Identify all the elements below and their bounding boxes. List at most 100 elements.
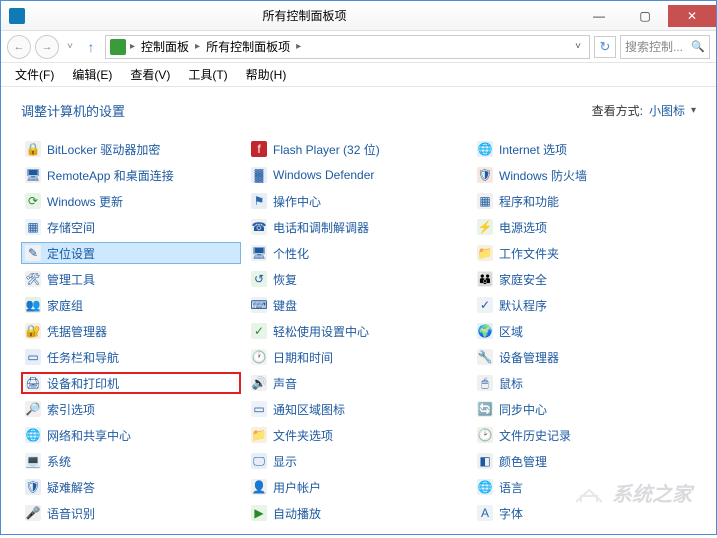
forward-button[interactable]: → — [35, 35, 59, 59]
cp-item-icon: ⚑ — [251, 193, 267, 209]
cp-item-icon: 👤 — [251, 479, 267, 495]
cp-item[interactable]: 🔊声音 — [247, 372, 467, 394]
cp-item-label: Flash Player (32 位) — [273, 141, 380, 158]
cp-item-icon: 🛡 — [25, 479, 41, 495]
cp-item[interactable]: 🕑文件历史记录 — [473, 424, 673, 446]
cp-item[interactable]: 🔒BitLocker 驱动器加密 — [21, 138, 241, 160]
back-button[interactable]: ← — [7, 35, 31, 59]
cp-item-label: 操作中心 — [273, 193, 321, 210]
menu-view[interactable]: 查看(V) — [122, 64, 178, 85]
cp-item-label: 索引选项 — [47, 401, 95, 418]
cp-item-label: 电话和调制解调器 — [273, 219, 369, 236]
cp-item[interactable]: 🕐日期和时间 — [247, 346, 467, 368]
cp-item[interactable]: 💻系统 — [21, 450, 241, 472]
viewby-arrow[interactable]: ▾ — [691, 105, 696, 116]
cp-item[interactable]: ▦程序和功能 — [473, 190, 673, 212]
cp-item[interactable]: ⚡电源选项 — [473, 216, 673, 238]
search-placeholder: 搜索控制... — [625, 38, 683, 55]
cp-item-icon: ✓ — [477, 297, 493, 313]
menu-file[interactable]: 文件(F) — [7, 64, 62, 85]
viewby-value[interactable]: 小图标 — [649, 102, 685, 119]
cp-item[interactable]: ✎定位设置 — [21, 242, 241, 264]
cp-item[interactable]: 🌍区域 — [473, 320, 673, 342]
up-button[interactable]: ↑ — [81, 37, 101, 57]
cp-item-icon: 🔊 — [251, 375, 267, 391]
cp-item[interactable]: 🔄同步中心 — [473, 398, 673, 420]
breadcrumb-current[interactable]: 所有控制面板项 — [204, 38, 292, 55]
cp-item[interactable]: 🖱鼠标 — [473, 372, 673, 394]
cp-item[interactable]: 🌐语言 — [473, 476, 673, 498]
cp-item[interactable]: 🖥RemoteApp 和桌面连接 — [21, 164, 241, 186]
cp-item-label: 家庭组 — [47, 297, 83, 314]
cp-item[interactable]: ⟳Windows 更新 — [21, 190, 241, 212]
history-dropdown[interactable]: ˅ — [63, 41, 77, 52]
search-input[interactable]: 搜索控制... 🔍 — [620, 35, 710, 59]
cp-item[interactable]: 👤用户帐户 — [247, 476, 467, 498]
menu-tools[interactable]: 工具(T) — [180, 64, 235, 85]
search-icon: 🔍 — [691, 40, 705, 53]
cp-item-label: 管理工具 — [47, 271, 95, 288]
cp-item[interactable]: 🖥 个性化 — [247, 242, 467, 264]
cp-item-icon: A — [477, 505, 493, 521]
cp-item[interactable]: 🌐Internet 选项 — [473, 138, 673, 160]
cp-item[interactable]: 🔐凭据管理器 — [21, 320, 241, 342]
cp-item[interactable]: ▦存储空间 — [21, 216, 241, 238]
cp-item[interactable]: 👪家庭安全 — [473, 268, 673, 290]
cp-item-icon: ▦ — [477, 193, 493, 209]
cp-item[interactable]: ⌨键盘 — [247, 294, 467, 316]
menu-edit[interactable]: 编辑(E) — [64, 64, 120, 85]
cp-item[interactable]: ▶自动播放 — [247, 502, 467, 524]
cp-item[interactable]: 📁文件夹选项 — [247, 424, 467, 446]
cp-item-label: 键盘 — [273, 297, 297, 314]
cp-item[interactable]: 🎤语音识别 — [21, 502, 241, 524]
cp-item[interactable]: ◧颜色管理 — [473, 450, 673, 472]
cp-item[interactable]: ✓默认程序 — [473, 294, 673, 316]
cp-item[interactable]: 🌐网络和共享中心 — [21, 424, 241, 446]
cp-item-label: 网络和共享中心 — [47, 427, 131, 444]
content-header: 调整计算机的设置 查看方式: 小图标 ▾ — [21, 101, 696, 120]
viewby-label: 查看方式: — [592, 102, 643, 119]
cp-item[interactable]: ▭任务栏和导航 — [21, 346, 241, 368]
cp-item[interactable]: ☎电话和调制解调器 — [247, 216, 467, 238]
cp-item-icon: 📁 — [477, 245, 493, 261]
cp-item[interactable]: ▓Windows Defender — [247, 164, 467, 186]
cp-item-label: Windows 更新 — [47, 193, 123, 210]
cp-item-icon: 🕑 — [477, 427, 493, 443]
address-dropdown[interactable]: ˅ — [571, 41, 585, 52]
cp-item[interactable]: ⚑ 操作中心 — [247, 190, 467, 212]
cp-item[interactable]: 🛡Windows 防火墙 — [473, 164, 673, 186]
cp-item[interactable]: 🖵显示 — [247, 450, 467, 472]
cp-item-label: Internet 选项 — [499, 141, 567, 158]
cp-item-label: 工作文件夹 — [499, 245, 559, 262]
cp-item-label: 语言 — [499, 479, 523, 496]
titlebar: 所有控制面板项 — ▢ ✕ — [1, 1, 716, 31]
addressbar[interactable]: ▸ 控制面板 ▸ 所有控制面板项 ▸ ˅ — [105, 35, 590, 59]
cp-item[interactable]: ✓轻松使用设置中心 — [247, 320, 467, 342]
cp-item[interactable]: A字体 — [473, 502, 673, 524]
minimize-button[interactable]: — — [576, 5, 622, 27]
view-by: 查看方式: 小图标 ▾ — [592, 102, 696, 119]
close-button[interactable]: ✕ — [668, 5, 716, 27]
cp-item[interactable]: ▭通知区域图标 — [247, 398, 467, 420]
maximize-button[interactable]: ▢ — [622, 5, 668, 27]
cp-item[interactable]: 👥家庭组 — [21, 294, 241, 316]
cp-item[interactable]: fFlash Player (32 位) — [247, 138, 467, 160]
cp-item-icon: ⚡ — [477, 219, 493, 235]
cp-item-icon: 🖨 — [25, 375, 41, 391]
cp-item[interactable]: 🔧设备管理器 — [473, 346, 673, 368]
refresh-button[interactable]: ↻ — [594, 36, 616, 58]
cp-item[interactable]: 📁 工作文件夹 — [473, 242, 673, 264]
page-title: 调整计算机的设置 — [21, 101, 125, 120]
cp-item-icon: 🖥 — [251, 245, 267, 261]
menu-help[interactable]: 帮助(H) — [238, 64, 295, 85]
breadcrumb-root[interactable]: 控制面板 — [139, 38, 191, 55]
cp-item[interactable]: 🛡疑难解答 — [21, 476, 241, 498]
cp-item-label: 存储空间 — [47, 219, 95, 236]
cp-item[interactable]: 🛠管理工具 — [21, 268, 241, 290]
cp-item[interactable]: ↺恢复 — [247, 268, 467, 290]
cp-item-icon: 🖥 — [25, 167, 41, 183]
menubar: 文件(F) 编辑(E) 查看(V) 工具(T) 帮助(H) — [1, 63, 716, 87]
cp-item[interactable]: 🔎索引选项 — [21, 398, 241, 420]
cp-item-label: 个性化 — [273, 245, 309, 262]
cp-item[interactable]: 🖨设备和打印机 — [21, 372, 241, 394]
